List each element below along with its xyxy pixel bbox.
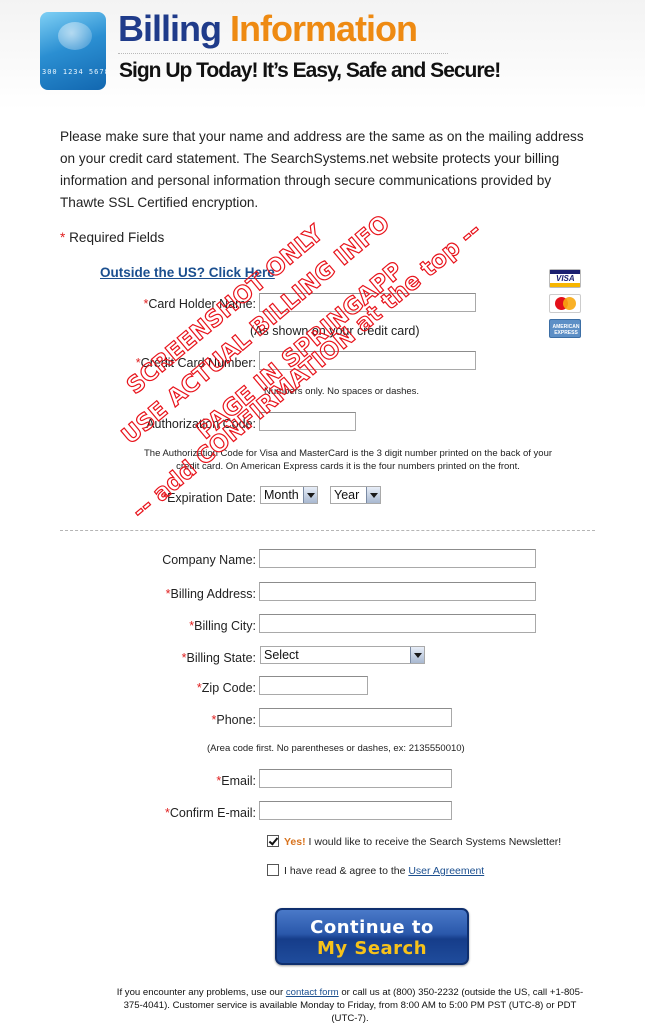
newsletter-yes: Yes! <box>284 836 306 848</box>
company-name-label: Company Name: <box>162 553 256 567</box>
billing-address-label: *Billing Address: <box>165 587 256 601</box>
card-number-hint: Numbers only. No spaces or dashes. <box>264 386 420 397</box>
auth-code-input[interactable] <box>259 412 356 431</box>
newsletter-label: Yes! I would like to receive the Search … <box>284 836 562 848</box>
email-label: *Email: <box>216 774 256 788</box>
agree-checkbox[interactable] <box>267 864 279 876</box>
required-fields-note: * Required Fields <box>60 230 164 245</box>
billing-state-select[interactable]: Select <box>260 646 425 664</box>
billing-city-input[interactable] <box>259 614 536 633</box>
expiration-label: *Expiration Date: <box>162 491 256 505</box>
auth-code-label: Authorization Code: <box>146 417 256 431</box>
billing-city-label: *Billing City: <box>189 619 256 633</box>
card-holder-hint: (As shown on your credit card) <box>250 324 420 338</box>
billing-state-label: *Billing State: <box>181 651 256 665</box>
confirm-email-input[interactable] <box>259 801 452 820</box>
continue-button-line2: My Search <box>316 938 428 959</box>
zip-code-label: *Zip Code: <box>196 681 256 695</box>
agree-label: I have read & agree to the User Agreemen… <box>284 865 485 877</box>
visa-logo-icon: VISA <box>549 269 581 288</box>
zip-code-input[interactable] <box>259 676 368 695</box>
outside-us-link[interactable]: Outside the US? Click Here <box>100 265 275 280</box>
title-divider <box>118 53 448 54</box>
mastercard-logo-icon <box>549 294 581 313</box>
amex-label: AMERICAN EXPRESS <box>552 324 580 336</box>
newsletter-checkbox[interactable] <box>267 835 279 847</box>
card-holder-label: *Card Holder Name: <box>143 297 256 311</box>
chevron-down-icon <box>366 487 380 503</box>
exp-month-select[interactable]: Month <box>260 486 318 504</box>
phone-input[interactable] <box>259 708 452 727</box>
page-header: 300 1234 5678 Billing Information Sign U… <box>0 0 645 110</box>
credit-card-logo-icon: 300 1234 5678 <box>40 12 106 90</box>
card-digits: 300 1234 5678 <box>42 68 106 76</box>
title-information: Information <box>230 8 418 49</box>
watermark-line-4: -- add CONFIRMATION at the top -- <box>127 217 486 524</box>
page-title: Billing Information <box>118 8 418 50</box>
chevron-down-icon <box>410 647 424 663</box>
continue-button-line1: Continue to <box>310 917 434 938</box>
auth-code-hint: The Authorization Code for Visa and Mast… <box>143 448 553 472</box>
contact-form-link[interactable]: contact form <box>286 987 339 998</box>
title-billing: Billing <box>118 8 222 49</box>
visa-label: VISA <box>556 274 575 283</box>
section-divider <box>60 530 595 531</box>
user-agreement-link[interactable]: User Agreement <box>408 865 484 877</box>
support-footer: If you encounter any problems, use our c… <box>116 987 584 1024</box>
phone-label: *Phone: <box>211 713 257 727</box>
intro-paragraph: Please make sure that your name and addr… <box>60 129 584 210</box>
billing-address-input[interactable] <box>259 582 536 601</box>
globe-graphic <box>58 22 92 50</box>
email-input[interactable] <box>259 769 452 788</box>
required-fields-label: Required Fields <box>69 230 165 245</box>
phone-hint: (Area code first. No parentheses or dash… <box>207 743 465 754</box>
exp-year-select[interactable]: Year <box>330 486 381 504</box>
required-star: * <box>60 230 66 245</box>
card-number-input[interactable] <box>259 351 476 370</box>
page-subtitle: Sign Up Today! It’s Easy, Safe and Secur… <box>119 59 501 82</box>
confirm-email-label: *Confirm E-mail: <box>165 806 256 820</box>
accepted-cards: VISA AMERICAN EXPRESS <box>549 269 581 344</box>
company-name-input[interactable] <box>259 549 536 568</box>
card-number-label: *Credit Card Number: <box>135 356 256 370</box>
card-holder-input[interactable] <box>259 293 476 312</box>
chevron-down-icon <box>303 487 317 503</box>
amex-logo-icon: AMERICAN EXPRESS <box>549 319 581 338</box>
continue-button[interactable]: Continue to My Search <box>275 908 469 965</box>
